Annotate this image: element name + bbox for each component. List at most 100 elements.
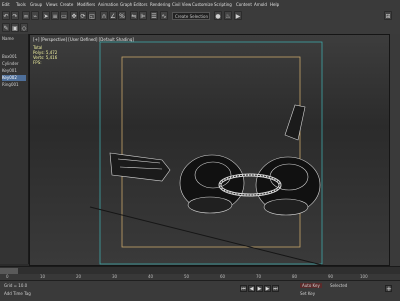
- render-setup-button[interactable]: ♨: [224, 11, 232, 20]
- menu-item-create[interactable]: Create: [60, 1, 73, 9]
- selected-dropdown[interactable]: Selected: [330, 283, 347, 288]
- menu-item-tools[interactable]: Tools: [16, 1, 26, 9]
- render-button[interactable]: ▶: [234, 11, 242, 20]
- snap-button[interactable]: ∩: [100, 11, 108, 20]
- viewport-scene: [89, 41, 331, 267]
- unlink-icon: ⌁: [33, 13, 37, 20]
- select-object-button[interactable]: ➤: [42, 11, 50, 20]
- link-button[interactable]: ∞: [22, 11, 30, 20]
- ground-line: [89, 206, 331, 267]
- pencil-icon: ✎: [3, 25, 9, 32]
- scale-button[interactable]: ◱: [88, 11, 96, 20]
- angle-icon: ∠: [110, 13, 116, 20]
- scene-item[interactable]: Cylinder: [2, 61, 26, 67]
- select-by-name-button[interactable]: ≡: [51, 11, 59, 20]
- goto-start-icon: ⏮: [241, 286, 246, 292]
- mirror-icon: ⇋: [131, 13, 137, 20]
- menu-item-edit[interactable]: Edit: [2, 1, 10, 9]
- frame-label: 80: [292, 274, 298, 279]
- selection-set-dropdown[interactable]: Create Selection Se: [172, 12, 210, 20]
- frame-label: 20: [76, 274, 82, 279]
- move-button[interactable]: ✥: [70, 11, 78, 20]
- material-editor-button[interactable]: ●: [214, 11, 222, 20]
- safe-frame-outer: [99, 41, 323, 265]
- frame-label: 30: [112, 274, 118, 279]
- scene-item-selected[interactable]: Key002: [2, 75, 26, 81]
- next-frame-button[interactable]: ▶: [264, 285, 271, 292]
- play-button[interactable]: ▶: [256, 285, 263, 292]
- menu-item-scripting[interactable]: Scripting: [214, 1, 232, 9]
- redo-button[interactable]: ↷: [11, 11, 19, 20]
- frame-label: 60: [220, 274, 226, 279]
- menu-item-arnold[interactable]: Arnold: [254, 1, 267, 9]
- menu-item-customize[interactable]: Customize: [192, 1, 213, 9]
- menu-item-views[interactable]: Views: [46, 1, 58, 9]
- link-icon: ∞: [23, 13, 29, 20]
- curve-editor-button[interactable]: ∿: [160, 11, 168, 20]
- set-key-button[interactable]: Set Key: [300, 291, 315, 296]
- menu-item-group[interactable]: Group: [30, 1, 42, 9]
- unlink-button[interactable]: ⌁: [31, 11, 39, 20]
- align-icon: ⊫: [140, 13, 146, 20]
- frame-label: 0: [6, 274, 9, 279]
- ribbon-button-1[interactable]: ✎: [2, 23, 10, 32]
- menu-item-modifiers[interactable]: Modifiers: [77, 1, 95, 9]
- ribbon-button-2[interactable]: ▣: [11, 23, 19, 32]
- goto-start-button[interactable]: ⏮: [240, 285, 247, 292]
- align-button[interactable]: ⊫: [139, 11, 147, 20]
- scene-item[interactable]: Box001: [2, 54, 26, 60]
- prev-frame-button[interactable]: ◀: [248, 285, 255, 292]
- percent-snap-button[interactable]: %: [118, 11, 126, 20]
- play-icon: ▶: [257, 286, 262, 292]
- next-frame-icon: ▶: [265, 286, 270, 292]
- menu-item-help[interactable]: Help: [270, 1, 279, 9]
- teapot-icon: ♨: [225, 13, 231, 20]
- curve-icon: ∿: [161, 13, 167, 20]
- key-left-blade: [109, 152, 171, 182]
- render-icon: ▶: [235, 13, 241, 20]
- select-region-button[interactable]: ▭: [60, 11, 68, 20]
- layer-button[interactable]: ☰: [150, 11, 158, 20]
- magnet-icon: ∩: [101, 13, 107, 20]
- frame-label: 10: [40, 274, 46, 279]
- scene-item[interactable]: Ring001: [2, 82, 26, 88]
- angle-snap-button[interactable]: ∠: [109, 11, 117, 20]
- workspace-button[interactable]: ⊞: [384, 11, 392, 20]
- goto-end-button[interactable]: ⏭: [272, 285, 279, 292]
- perspective-viewport[interactable]: [+] [Perspective] [User Defined] [Defaul…: [29, 34, 390, 267]
- frame-label: 40: [148, 274, 154, 279]
- status-bar: Grid = 10.0 Add Time Tag Auto Key Select…: [0, 280, 400, 301]
- frame-label: 90: [328, 274, 334, 279]
- scene-explorer: Name Box001 Cylinder Key001 Key002 Ring0…: [0, 34, 29, 264]
- list-icon: ≡: [52, 13, 58, 20]
- scale-icon: ◱: [89, 13, 95, 20]
- mirror-button[interactable]: ⇋: [130, 11, 138, 20]
- percent-icon: %: [119, 13, 125, 20]
- redo-icon: ↷: [12, 13, 18, 20]
- safe-frame-inner: [121, 56, 301, 248]
- frame-label: 100: [360, 274, 368, 279]
- key-left-rim: [187, 196, 233, 214]
- menu-item-content[interactable]: Content: [236, 1, 252, 9]
- menu-item-graph-editors[interactable]: Graph Editors: [120, 1, 147, 9]
- region-icon: ▭: [61, 13, 67, 20]
- frame-label: 50: [184, 274, 190, 279]
- move-icon: ✥: [71, 13, 77, 20]
- menu-item-civil-view[interactable]: Civil View: [172, 1, 191, 9]
- ribbon-button-3[interactable]: ◇: [20, 23, 28, 32]
- key-right-blade: [284, 104, 306, 141]
- key-right[interactable]: [255, 104, 321, 216]
- rotate-button[interactable]: ⟳: [79, 11, 87, 20]
- menu-item-animation[interactable]: Animation: [98, 1, 118, 9]
- scene-item[interactable]: Key001: [2, 68, 26, 74]
- goto-end-icon: ⏭: [273, 286, 278, 292]
- auto-key-button[interactable]: Auto Key: [300, 283, 322, 288]
- cursor-icon: ➤: [43, 13, 49, 20]
- key-right-rim: [263, 198, 309, 216]
- add-time-tag[interactable]: Add Time Tag: [4, 291, 31, 296]
- key-left[interactable]: [109, 152, 245, 214]
- menu-item-rendering[interactable]: Rendering: [150, 1, 170, 9]
- undo-button[interactable]: ↶: [2, 11, 10, 20]
- zoom-extents-button[interactable]: +: [385, 285, 392, 293]
- command-panel-collapsed[interactable]: [390, 34, 400, 266]
